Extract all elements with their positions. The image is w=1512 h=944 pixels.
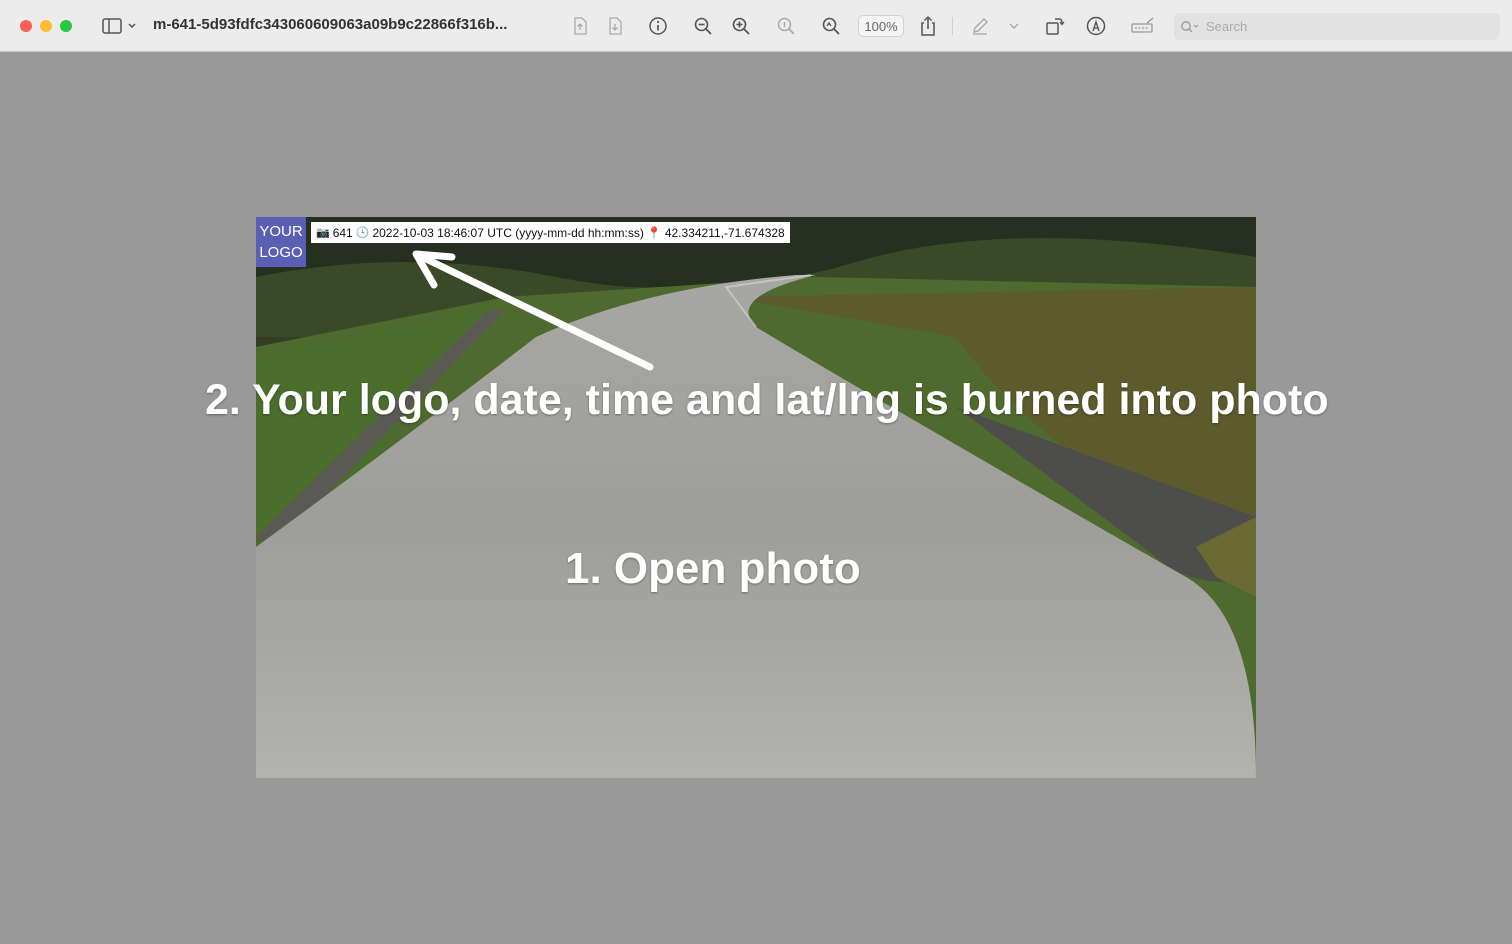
signature-icon[interactable] [1128, 13, 1158, 39]
actual-size-icon[interactable] [773, 13, 799, 39]
photo-latlng: 42.334211,-71.674328 [664, 225, 785, 240]
step1-caption: 1. Open photo [565, 544, 861, 593]
sidebar-icon[interactable] [98, 13, 140, 39]
share-icon[interactable] [915, 13, 941, 39]
info-icon[interactable] [645, 13, 671, 39]
photo-datetime: 2022-10-03 18:46:07 UTC (yyyy-mm-dd hh:m… [372, 225, 644, 240]
minimize-window-button[interactable] [40, 20, 52, 32]
search-field[interactable] [1174, 13, 1500, 40]
location-pin-icon: 📍 [646, 225, 662, 240]
step2-caption: 2. Your logo, date, time and lat/lng is … [205, 376, 1329, 424]
search-input[interactable] [1204, 18, 1488, 35]
close-window-button[interactable] [20, 20, 32, 32]
rotate-icon[interactable] [1041, 13, 1067, 39]
zoom-to-fit-icon[interactable] [818, 13, 844, 39]
zoom-level-display[interactable]: 100% [858, 15, 904, 37]
zoom-out-icon[interactable] [690, 13, 716, 39]
chevron-down-icon[interactable] [1005, 13, 1023, 39]
window-title: m-641-5d93fdfc343060609063a09b9c22866f31… [153, 16, 508, 33]
next-page-icon[interactable] [602, 13, 628, 39]
search-icon [1181, 20, 1199, 32]
camera-icon: 📷 [316, 227, 330, 239]
logo-text-line1: YOUR [259, 223, 303, 240]
arrow-pointer-icon [412, 250, 654, 371]
pencil-icon[interactable] [967, 13, 993, 39]
zoom-in-icon[interactable] [728, 13, 754, 39]
markup-circle-icon[interactable] [1083, 13, 1109, 39]
clock-icon: 🕓 [355, 227, 370, 239]
toolbar-divider [952, 17, 953, 35]
logo-text-line2: LOGO [259, 244, 303, 261]
photo-info-stamp: 📷 641 🕓 2022-10-03 18:46:07 UTC (yyyy-mm… [311, 222, 790, 243]
window-toolbar: m-641-5d93fdfc343060609063a09b9c22866f31… [0, 0, 1512, 52]
zoom-window-button[interactable] [60, 20, 72, 32]
previous-page-icon[interactable] [567, 13, 593, 39]
photo-id: 641 [332, 225, 353, 240]
logo-watermark: YOUR LOGO [256, 217, 306, 267]
